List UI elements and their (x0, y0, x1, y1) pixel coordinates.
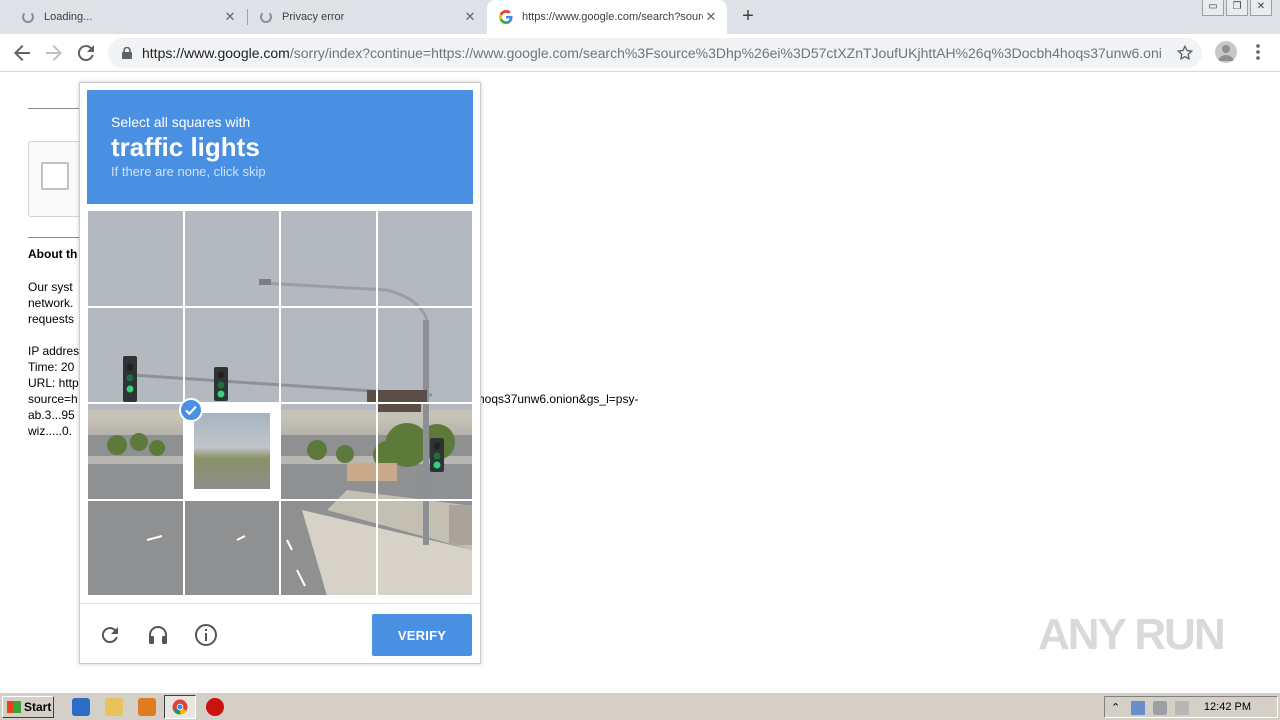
explanation-paragraph: Our syst network. requests (28, 279, 74, 327)
url-text: https://www.google.com/sorry/index?conti… (142, 45, 1162, 61)
info-icon[interactable] (194, 623, 218, 647)
window-controls: ▭ ❐ ✕ (1202, 0, 1272, 16)
grid-tile[interactable] (376, 403, 473, 500)
loading-spinner-icon (260, 11, 272, 23)
close-tab-icon[interactable]: ✕ (703, 9, 719, 25)
text-line: Time: 20 (28, 360, 75, 374)
start-button[interactable]: Start (2, 696, 54, 718)
system-tray: ⌃ 12:42 PM (1104, 696, 1278, 718)
headphones-icon[interactable] (146, 623, 170, 647)
restore-button[interactable]: ❐ (1226, 0, 1248, 16)
grid-tile-selected[interactable] (178, 398, 280, 500)
challenge-hint: If there are none, click skip (111, 164, 266, 179)
bookmark-star-icon[interactable] (1176, 44, 1194, 62)
network-icon[interactable] (1131, 701, 1145, 715)
verify-button[interactable]: VERIFY (372, 614, 472, 656)
text-line: requests (28, 312, 75, 326)
minimize-button[interactable]: ▭ (1202, 0, 1224, 16)
url-host: https://www.google.com (142, 45, 290, 61)
grid-tile[interactable] (183, 210, 280, 307)
challenge-instruction: Select all squares with (111, 114, 251, 130)
tab-strip: Loading... ✕ Privacy error ✕ https://www… (0, 0, 1280, 34)
new-tab-button[interactable]: + (738, 6, 758, 26)
watermark-logo: ANY RUN (1038, 610, 1226, 659)
reload-icon[interactable] (74, 41, 98, 65)
tab-title: https://www.google.com/search?source=hp (522, 11, 703, 23)
grid-tile[interactable] (376, 210, 473, 307)
tile-image-thumbnail (193, 413, 270, 489)
grid-tile[interactable] (280, 210, 377, 307)
reload-challenge-icon[interactable] (98, 623, 122, 647)
volume-icon[interactable] (1153, 701, 1167, 715)
text-line: URL: http (28, 376, 79, 390)
taskbar-chrome-button[interactable] (164, 695, 196, 719)
close-tab-icon[interactable]: ✕ (462, 9, 478, 25)
address-bar[interactable]: https://www.google.com/sorry/index?conti… (108, 38, 1202, 68)
clock: 12:42 PM (1203, 701, 1251, 713)
grid-tile[interactable] (376, 499, 473, 596)
tray-expand-icon[interactable]: ⌃ (1111, 701, 1125, 715)
request-details: IP addres Time: 20 URL: http source=h ab… (28, 343, 79, 439)
google-icon (499, 10, 513, 24)
checkmark-icon (178, 398, 203, 422)
grid-tile[interactable] (280, 499, 377, 596)
challenge-target: traffic lights (111, 132, 260, 162)
taskbar: Start ⌃ 12:42 PM (0, 692, 1280, 720)
grid-tile[interactable] (376, 306, 473, 403)
url-path: /sorry/index?continue=https://www.google… (289, 45, 1162, 61)
tab-google-search[interactable]: https://www.google.com/search?source=hp … (487, 0, 727, 34)
text-line: ab.3...95 (28, 408, 75, 422)
grid-tile[interactable] (280, 306, 377, 403)
grid-tile[interactable] (183, 499, 280, 596)
grid-tile[interactable] (87, 210, 184, 307)
text-line: IP addres (28, 344, 80, 358)
grid-tile[interactable] (87, 403, 184, 500)
media-player-icon[interactable] (138, 698, 156, 716)
tab-title: Privacy error (282, 11, 345, 23)
text-line: Our syst (28, 280, 73, 294)
back-arrow-icon[interactable] (10, 41, 34, 65)
grid-tile[interactable] (183, 306, 280, 403)
loading-spinner-icon (22, 11, 34, 23)
grid-tile[interactable] (87, 306, 184, 403)
folder-icon[interactable] (105, 698, 123, 716)
grid-tile[interactable] (87, 499, 184, 596)
challenge-header: Select all squares with traffic lights I… (87, 90, 473, 204)
windows-logo-icon (7, 701, 21, 713)
tab-privacy-error[interactable]: Privacy error ✕ (248, 0, 486, 34)
about-heading: About th (28, 247, 78, 261)
chrome-icon (172, 699, 188, 715)
text-line: source=h (28, 392, 78, 406)
url-continuation-text: hoqs37unw6.onion&gs_l=psy- (478, 392, 639, 406)
grid-tile[interactable] (280, 403, 377, 500)
text-line: wiz.....0. (28, 424, 73, 438)
internet-explorer-icon[interactable] (72, 698, 90, 716)
profile-avatar-icon[interactable] (1215, 41, 1237, 63)
lock-icon (122, 47, 132, 59)
tab-title: Loading... (44, 11, 93, 23)
image-grid (87, 210, 473, 596)
tab-loading[interactable]: Loading... ✕ (0, 0, 246, 34)
browser-toolbar: https://www.google.com/sorry/index?conti… (0, 34, 1280, 72)
recaptcha-challenge: Select all squares with traffic lights I… (79, 82, 481, 664)
person-icon (1218, 45, 1234, 61)
forward-arrow-icon[interactable] (42, 41, 66, 65)
recaptcha-checkbox[interactable] (41, 162, 69, 190)
close-tab-icon[interactable]: ✕ (222, 9, 238, 25)
start-label: Start (24, 700, 52, 714)
menu-kebab-icon[interactable] (1252, 42, 1264, 62)
stop-app-icon[interactable] (206, 698, 224, 716)
action-center-flag-icon[interactable] (1175, 701, 1189, 715)
close-window-button[interactable]: ✕ (1250, 0, 1272, 16)
challenge-footer: VERIFY (80, 603, 480, 663)
text-line: network. (28, 296, 74, 310)
